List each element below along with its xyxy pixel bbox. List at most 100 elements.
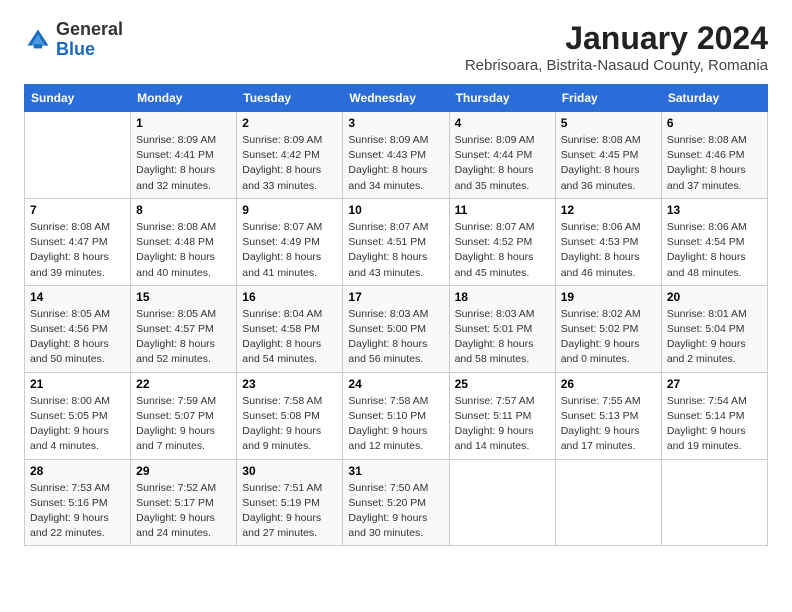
calendar-cell: 25Sunrise: 7:57 AM Sunset: 5:11 PM Dayli… bbox=[449, 372, 555, 459]
day-number: 9 bbox=[242, 203, 337, 217]
day-number: 25 bbox=[455, 377, 550, 391]
day-number: 26 bbox=[561, 377, 656, 391]
day-info: Sunrise: 8:07 AM Sunset: 4:49 PM Dayligh… bbox=[242, 220, 337, 281]
day-info: Sunrise: 8:09 AM Sunset: 4:42 PM Dayligh… bbox=[242, 133, 337, 194]
calendar-cell: 6 Sunrise: 8:08 AM Sunset: 4:46 PM Daylig… bbox=[661, 112, 767, 199]
calendar-cell: 30Sunrise: 7:51 AM Sunset: 5:19 PM Dayli… bbox=[237, 459, 343, 546]
day-info: Sunrise: 8:09 AM Sunset: 4:44 PM Dayligh… bbox=[455, 133, 550, 194]
day-number: 22 bbox=[136, 377, 231, 391]
day-info: Sunrise: 8:08 AM Sunset: 4:48 PM Dayligh… bbox=[136, 220, 231, 281]
day-info: Sunrise: 7:58 AM Sunset: 5:08 PM Dayligh… bbox=[242, 394, 337, 455]
calendar-cell: 5 Sunrise: 8:08 AM Sunset: 4:45 PM Daylig… bbox=[555, 112, 661, 199]
calendar-cell: 21Sunrise: 8:00 AM Sunset: 5:05 PM Dayli… bbox=[25, 372, 131, 459]
calendar-cell bbox=[661, 459, 767, 546]
day-number: 7 bbox=[30, 203, 125, 217]
day-number: 29 bbox=[136, 464, 231, 478]
header-row: SundayMondayTuesdayWednesdayThursdayFrid… bbox=[25, 85, 768, 112]
calendar-cell: 7 Sunrise: 8:08 AM Sunset: 4:47 PM Daylig… bbox=[25, 198, 131, 285]
calendar-cell: 9 Sunrise: 8:07 AM Sunset: 4:49 PM Daylig… bbox=[237, 198, 343, 285]
day-info: Sunrise: 7:54 AM Sunset: 5:14 PM Dayligh… bbox=[667, 394, 762, 455]
day-number: 27 bbox=[667, 377, 762, 391]
calendar-cell: 2 Sunrise: 8:09 AM Sunset: 4:42 PM Daylig… bbox=[237, 112, 343, 199]
day-info: Sunrise: 7:59 AM Sunset: 5:07 PM Dayligh… bbox=[136, 394, 231, 455]
day-number: 17 bbox=[348, 290, 443, 304]
day-number: 14 bbox=[30, 290, 125, 304]
calendar-cell: 12 Sunrise: 8:06 AM Sunset: 4:53 PM Dayli… bbox=[555, 198, 661, 285]
calendar-cell: 24 Sunrise: 7:58 AM Sunset: 5:10 PM Dayli… bbox=[343, 372, 449, 459]
day-info: Sunrise: 7:51 AM Sunset: 5:19 PM Dayligh… bbox=[242, 481, 337, 542]
day-info: Sunrise: 8:06 AM Sunset: 4:53 PM Dayligh… bbox=[561, 220, 656, 281]
header-friday: Friday bbox=[555, 85, 661, 112]
day-info: Sunrise: 7:52 AM Sunset: 5:17 PM Dayligh… bbox=[136, 481, 231, 542]
page-header: General Blue January 2024 Rebrisoara, Bi… bbox=[24, 20, 768, 74]
day-info: Sunrise: 7:53 AM Sunset: 5:16 PM Dayligh… bbox=[30, 481, 125, 542]
calendar-cell: 28 Sunrise: 7:53 AM Sunset: 5:16 PM Dayli… bbox=[25, 459, 131, 546]
day-number: 11 bbox=[455, 203, 550, 217]
day-number: 15 bbox=[136, 290, 231, 304]
day-number: 3 bbox=[348, 116, 443, 130]
day-info: Sunrise: 7:58 AM Sunset: 5:10 PM Dayligh… bbox=[348, 394, 443, 455]
day-number: 6 bbox=[667, 116, 762, 130]
calendar-cell: 1 Sunrise: 8:09 AM Sunset: 4:41 PM Daylig… bbox=[131, 112, 237, 199]
day-number: 5 bbox=[561, 116, 656, 130]
page-title: January 2024 bbox=[465, 20, 768, 57]
calendar-header: SundayMondayTuesdayWednesdayThursdayFrid… bbox=[25, 85, 768, 112]
day-number: 8 bbox=[136, 203, 231, 217]
calendar-cell: 19Sunrise: 8:02 AM Sunset: 5:02 PM Dayli… bbox=[555, 285, 661, 372]
calendar-cell bbox=[555, 459, 661, 546]
day-number: 12 bbox=[561, 203, 656, 217]
header-thursday: Thursday bbox=[449, 85, 555, 112]
day-info: Sunrise: 8:07 AM Sunset: 4:52 PM Dayligh… bbox=[455, 220, 550, 281]
day-number: 24 bbox=[348, 377, 443, 391]
calendar-cell: 15 Sunrise: 8:05 AM Sunset: 4:57 PM Dayli… bbox=[131, 285, 237, 372]
calendar-cell: 22 Sunrise: 7:59 AM Sunset: 5:07 PM Dayli… bbox=[131, 372, 237, 459]
day-info: Sunrise: 8:08 AM Sunset: 4:47 PM Dayligh… bbox=[30, 220, 125, 281]
calendar-cell: 26Sunrise: 7:55 AM Sunset: 5:13 PM Dayli… bbox=[555, 372, 661, 459]
calendar-cell: 27 Sunrise: 7:54 AM Sunset: 5:14 PM Dayli… bbox=[661, 372, 767, 459]
calendar-week-0: 1 Sunrise: 8:09 AM Sunset: 4:41 PM Daylig… bbox=[25, 112, 768, 199]
day-info: Sunrise: 8:09 AM Sunset: 4:41 PM Dayligh… bbox=[136, 133, 231, 194]
day-info: Sunrise: 8:02 AM Sunset: 5:02 PM Dayligh… bbox=[561, 307, 656, 368]
day-number: 23 bbox=[242, 377, 337, 391]
title-block: January 2024 Rebrisoara, Bistrita-Nasaud… bbox=[465, 20, 768, 74]
day-info: Sunrise: 8:07 AM Sunset: 4:51 PM Dayligh… bbox=[348, 220, 443, 281]
calendar-cell: 31 Sunrise: 7:50 AM Sunset: 5:20 PM Dayli… bbox=[343, 459, 449, 546]
day-number: 18 bbox=[455, 290, 550, 304]
day-info: Sunrise: 8:05 AM Sunset: 4:56 PM Dayligh… bbox=[30, 307, 125, 368]
header-tuesday: Tuesday bbox=[237, 85, 343, 112]
day-number: 10 bbox=[348, 203, 443, 217]
calendar-cell: 11 Sunrise: 8:07 AM Sunset: 4:52 PM Dayli… bbox=[449, 198, 555, 285]
day-info: Sunrise: 8:06 AM Sunset: 4:54 PM Dayligh… bbox=[667, 220, 762, 281]
day-number: 13 bbox=[667, 203, 762, 217]
day-number: 31 bbox=[348, 464, 443, 478]
calendar-week-3: 21Sunrise: 8:00 AM Sunset: 5:05 PM Dayli… bbox=[25, 372, 768, 459]
header-sunday: Sunday bbox=[25, 85, 131, 112]
day-number: 28 bbox=[30, 464, 125, 478]
logo-icon bbox=[24, 26, 52, 54]
calendar-cell: 4 Sunrise: 8:09 AM Sunset: 4:44 PM Daylig… bbox=[449, 112, 555, 199]
header-wednesday: Wednesday bbox=[343, 85, 449, 112]
calendar-cell: 18 Sunrise: 8:03 AM Sunset: 5:01 PM Dayli… bbox=[449, 285, 555, 372]
header-monday: Monday bbox=[131, 85, 237, 112]
logo-text: General Blue bbox=[56, 20, 123, 60]
day-info: Sunrise: 8:08 AM Sunset: 4:46 PM Dayligh… bbox=[667, 133, 762, 194]
calendar-week-1: 7 Sunrise: 8:08 AM Sunset: 4:47 PM Daylig… bbox=[25, 198, 768, 285]
day-info: Sunrise: 7:50 AM Sunset: 5:20 PM Dayligh… bbox=[348, 481, 443, 542]
calendar-cell: 20Sunrise: 8:01 AM Sunset: 5:04 PM Dayli… bbox=[661, 285, 767, 372]
day-info: Sunrise: 8:08 AM Sunset: 4:45 PM Dayligh… bbox=[561, 133, 656, 194]
day-number: 4 bbox=[455, 116, 550, 130]
day-info: Sunrise: 8:01 AM Sunset: 5:04 PM Dayligh… bbox=[667, 307, 762, 368]
day-info: Sunrise: 8:09 AM Sunset: 4:43 PM Dayligh… bbox=[348, 133, 443, 194]
day-number: 2 bbox=[242, 116, 337, 130]
day-info: Sunrise: 8:03 AM Sunset: 5:00 PM Dayligh… bbox=[348, 307, 443, 368]
calendar-cell bbox=[25, 112, 131, 199]
day-info: Sunrise: 8:03 AM Sunset: 5:01 PM Dayligh… bbox=[455, 307, 550, 368]
calendar-week-2: 14 Sunrise: 8:05 AM Sunset: 4:56 PM Dayli… bbox=[25, 285, 768, 372]
day-info: Sunrise: 8:00 AM Sunset: 5:05 PM Dayligh… bbox=[30, 394, 125, 455]
day-info: Sunrise: 8:05 AM Sunset: 4:57 PM Dayligh… bbox=[136, 307, 231, 368]
calendar-cell: 17 Sunrise: 8:03 AM Sunset: 5:00 PM Dayli… bbox=[343, 285, 449, 372]
day-number: 1 bbox=[136, 116, 231, 130]
logo: General Blue bbox=[24, 20, 123, 60]
calendar-cell: 23 Sunrise: 7:58 AM Sunset: 5:08 PM Dayli… bbox=[237, 372, 343, 459]
calendar-cell: 10 Sunrise: 8:07 AM Sunset: 4:51 PM Dayli… bbox=[343, 198, 449, 285]
